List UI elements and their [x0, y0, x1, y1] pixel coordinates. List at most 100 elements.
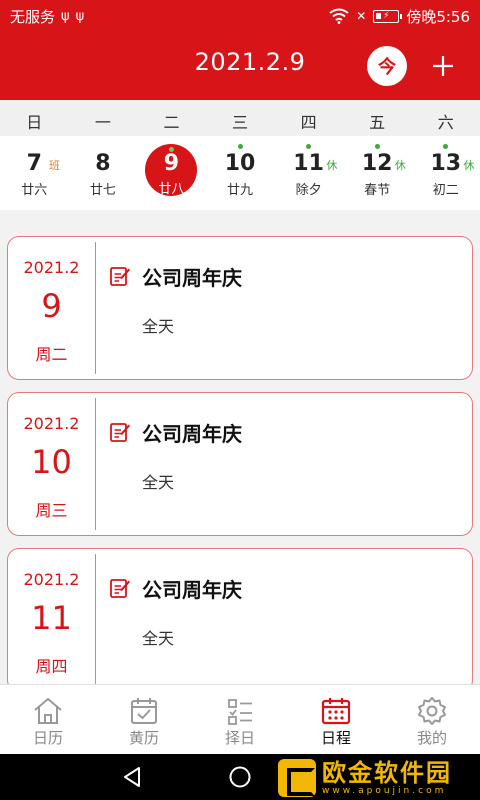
current-date-title[interactable]: 2021.2.9: [0, 48, 480, 76]
day-cell-10[interactable]: 10 廿九: [206, 136, 275, 210]
clock-text: 傍晚5:56: [406, 7, 470, 26]
day-cell-8[interactable]: 8 廿七: [69, 136, 138, 210]
week-date-strip: 7 班 廿六 8 廿七 9 廿八 10 廿九 11 休 除夕 12 休 春节 1…: [0, 136, 480, 210]
nav-tab-calendar[interactable]: 日历: [0, 685, 96, 754]
nav-tab-mine[interactable]: 我的: [384, 685, 480, 754]
holiday-badge: 休: [326, 159, 338, 172]
weekday-label: 五: [369, 113, 386, 132]
event-date-column: 2021.2 9 周二: [8, 237, 95, 379]
edit-note-icon: [110, 579, 130, 598]
day-cell-7[interactable]: 7 班 廿六: [0, 136, 69, 210]
weekday-label: 二: [163, 113, 180, 132]
lunar-date: 廿八: [158, 182, 185, 197]
lunar-date: 廿七: [89, 183, 116, 198]
nav-label: 我的: [416, 729, 447, 747]
nav-tab-almanac[interactable]: 黄历: [96, 685, 192, 754]
wifi-icon: [329, 8, 349, 24]
event-dot: [443, 144, 449, 149]
nav-label: 黄历: [128, 729, 159, 747]
event-dot: [374, 144, 380, 149]
workday-badge: 班: [49, 159, 60, 172]
event-day: 11: [31, 599, 72, 637]
status-right: ✕ ⚡ 傍晚5:56: [329, 6, 470, 27]
weekday-label: 四: [300, 113, 317, 132]
nav-tab-schedule[interactable]: 日程: [288, 685, 384, 754]
event-year-month: 2021.2: [23, 570, 80, 589]
lunar-date: 除夕: [295, 183, 322, 198]
edit-note-icon: [110, 423, 130, 442]
home-circle-icon[interactable]: [228, 765, 252, 789]
card-divider: [95, 242, 96, 374]
no-sim-icon: ✕: [356, 9, 367, 23]
event-dot: [237, 144, 243, 149]
lunar-date: 廿六: [21, 183, 48, 198]
event-title: 公司周年庆: [142, 266, 242, 290]
bottom-nav: 日历 黄历 择日 日程 我的: [0, 684, 480, 754]
almanac-icon: [131, 698, 157, 724]
usb-debug-icon: ψ: [75, 8, 85, 24]
status-bar: 无服务 ψ ψ ✕ ⚡ 傍晚5:56: [0, 0, 480, 32]
event-weekday: 周三: [35, 501, 68, 520]
card-divider: [95, 398, 96, 530]
plus-icon: [433, 56, 453, 76]
status-left: 无服务 ψ ψ: [10, 6, 84, 27]
event-day: 10: [31, 443, 72, 481]
watermark: 欧金软件园 www.apoujin.com: [278, 758, 476, 798]
lunar-date: 廿九: [227, 183, 254, 198]
system-nav-bar: 欧金软件园 www.apoujin.com: [0, 754, 480, 800]
schedule-calendar-icon: [321, 698, 351, 725]
add-event-button[interactable]: [428, 46, 458, 86]
nav-tab-choose-day[interactable]: 择日: [192, 685, 288, 754]
holiday-badge: 休: [463, 159, 475, 172]
lunar-date: 春节: [364, 183, 391, 198]
weekday-label: 日: [26, 113, 43, 132]
carrier-text: 无服务: [10, 7, 56, 26]
event-time: 全天: [142, 629, 175, 648]
event-card[interactable]: 2021.2 9 周二 公司周年庆 全天: [7, 236, 473, 380]
card-divider: [95, 554, 96, 684]
event-year-month: 2021.2: [23, 414, 80, 433]
event-card[interactable]: 2021.2 10 周三 公司周年庆 全天: [7, 392, 473, 536]
edit-note-icon: [110, 267, 130, 286]
day-number: 8: [95, 151, 111, 176]
event-dot: [306, 144, 312, 149]
event-date-column: 2021.2 10 周三: [8, 393, 95, 535]
nav-label: 日程: [320, 729, 351, 747]
event-day: 9: [41, 287, 62, 325]
nav-label: 择日: [224, 729, 255, 747]
weekday-label: 六: [437, 113, 454, 132]
gear-icon: [418, 697, 446, 725]
holiday-badge: 休: [394, 159, 406, 172]
battery-icon: ⚡: [373, 9, 403, 23]
day-cell-11[interactable]: 11 休 除夕: [274, 136, 343, 210]
day-cell-12[interactable]: 12 休 春节: [343, 136, 412, 210]
event-time: 全天: [142, 473, 175, 492]
weekday-label: 三: [232, 113, 249, 132]
today-button[interactable]: 今: [367, 46, 407, 86]
nav-label: 日历: [32, 729, 63, 747]
day-number: 9: [163, 151, 180, 176]
watermark-logo-icon: [278, 759, 316, 797]
event-time: 全天: [142, 317, 175, 336]
usb-icon: ψ: [61, 8, 70, 24]
watermark-name: 欧金软件园: [322, 759, 452, 787]
watermark-text: 欧金软件园 www.apoujin.com: [322, 760, 452, 796]
back-triangle-icon[interactable]: [120, 765, 144, 789]
day-cell-9-selected[interactable]: 9 廿八: [137, 136, 206, 210]
lunar-date: 初二: [432, 183, 459, 198]
event-title: 公司周年庆: [142, 422, 242, 446]
weekday-label: 一: [94, 113, 111, 132]
checklist-icon: [228, 699, 252, 725]
day-number: 10: [224, 151, 256, 176]
event-card[interactable]: 2021.2 11 周四 公司周年庆 全天: [7, 548, 473, 684]
event-year-month: 2021.2: [23, 258, 80, 277]
schedule-list[interactable]: 2021.2 9 周二 公司周年庆 全天 2021.2 10 周三 公司周年庆 …: [0, 210, 480, 684]
event-title: 公司周年庆: [142, 578, 242, 602]
event-date-column: 2021.2 11 周四: [8, 549, 95, 684]
day-cell-13[interactable]: 13 休 初二: [411, 136, 480, 210]
watermark-url: www.apoujin.com: [322, 786, 447, 796]
event-weekday: 周四: [35, 657, 68, 676]
event-weekday: 周二: [35, 345, 68, 364]
app-header: 2021.2.9 今: [0, 32, 480, 100]
home-icon: [34, 697, 62, 724]
